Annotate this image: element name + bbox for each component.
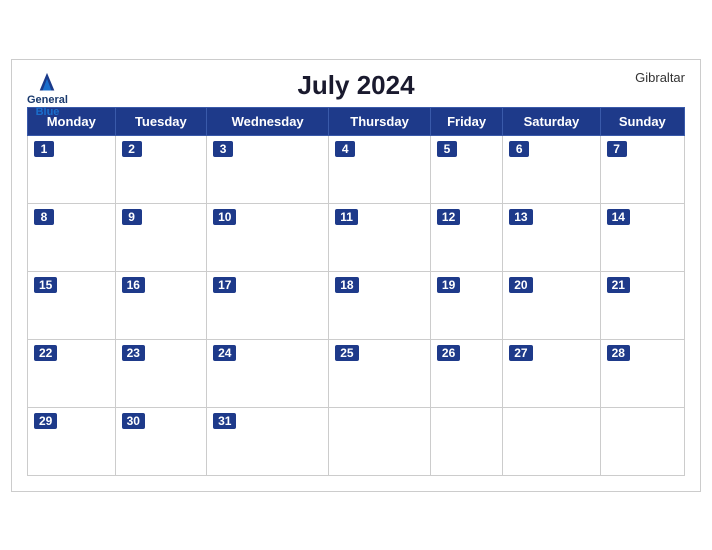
day-number: 17 <box>213 277 236 293</box>
table-row: 13 <box>503 203 600 271</box>
day-number: 3 <box>213 141 233 157</box>
day-number: 8 <box>34 209 54 225</box>
day-number: 1 <box>34 141 54 157</box>
calendar-table: Monday Tuesday Wednesday Thursday Friday… <box>27 107 685 476</box>
header-saturday: Saturday <box>503 107 600 135</box>
day-number: 12 <box>437 209 460 225</box>
day-number: 16 <box>122 277 145 293</box>
table-row: 22 <box>28 339 116 407</box>
day-number: 22 <box>34 345 57 361</box>
table-row: 8 <box>28 203 116 271</box>
table-row: 30 <box>115 407 207 475</box>
header-thursday: Thursday <box>329 107 431 135</box>
table-row: 5 <box>430 135 502 203</box>
table-row: 10 <box>207 203 329 271</box>
table-row: 28 <box>600 339 684 407</box>
calendar-week-row: 1 2 3 4 5 6 7 <box>28 135 685 203</box>
day-number: 31 <box>213 413 236 429</box>
day-number: 6 <box>509 141 529 157</box>
table-row: 14 <box>600 203 684 271</box>
table-row <box>600 407 684 475</box>
table-row: 11 <box>329 203 431 271</box>
table-row: 25 <box>329 339 431 407</box>
day-number: 30 <box>122 413 145 429</box>
calendar-week-row: 8 9 10 11 12 13 14 <box>28 203 685 271</box>
day-number: 2 <box>122 141 142 157</box>
day-number: 23 <box>122 345 145 361</box>
logo-blue: Blue <box>36 106 60 118</box>
header-tuesday: Tuesday <box>115 107 207 135</box>
day-number: 27 <box>509 345 532 361</box>
day-number: 10 <box>213 209 236 225</box>
day-number: 14 <box>607 209 630 225</box>
day-number: 4 <box>335 141 355 157</box>
logo-general: General <box>27 94 68 106</box>
header-wednesday: Wednesday <box>207 107 329 135</box>
calendar-title: July 2024 <box>297 70 414 101</box>
day-number: 9 <box>122 209 142 225</box>
table-row: 17 <box>207 271 329 339</box>
table-row: 15 <box>28 271 116 339</box>
day-number: 20 <box>509 277 532 293</box>
table-row: 19 <box>430 271 502 339</box>
day-number: 28 <box>607 345 630 361</box>
day-number: 24 <box>213 345 236 361</box>
day-number: 5 <box>437 141 457 157</box>
table-row: 6 <box>503 135 600 203</box>
header-friday: Friday <box>430 107 502 135</box>
header-sunday: Sunday <box>600 107 684 135</box>
logo-icon <box>32 70 62 92</box>
day-number: 29 <box>34 413 57 429</box>
table-row <box>430 407 502 475</box>
table-row: 2 <box>115 135 207 203</box>
table-row <box>503 407 600 475</box>
location-label: Gibraltar <box>635 70 685 85</box>
day-number: 25 <box>335 345 358 361</box>
logo: General Blue <box>27 70 68 118</box>
table-row: 3 <box>207 135 329 203</box>
table-row: 21 <box>600 271 684 339</box>
calendar-week-row: 29 30 31 <box>28 407 685 475</box>
table-row: 4 <box>329 135 431 203</box>
table-row <box>329 407 431 475</box>
calendar-header: General Blue July 2024 Gibraltar <box>27 70 685 101</box>
day-number: 15 <box>34 277 57 293</box>
table-row: 23 <box>115 339 207 407</box>
table-row: 12 <box>430 203 502 271</box>
day-number: 11 <box>335 209 358 225</box>
calendar-week-row: 15 16 17 18 19 20 21 <box>28 271 685 339</box>
table-row: 31 <box>207 407 329 475</box>
day-number: 19 <box>437 277 460 293</box>
day-number: 13 <box>509 209 532 225</box>
calendar-week-row: 22 23 24 25 26 27 28 <box>28 339 685 407</box>
table-row: 18 <box>329 271 431 339</box>
day-number: 26 <box>437 345 460 361</box>
table-row: 20 <box>503 271 600 339</box>
table-row: 26 <box>430 339 502 407</box>
table-row: 9 <box>115 203 207 271</box>
day-number: 18 <box>335 277 358 293</box>
day-number: 21 <box>607 277 630 293</box>
calendar-container: General Blue July 2024 Gibraltar Monday … <box>11 59 701 492</box>
table-row: 27 <box>503 339 600 407</box>
day-number: 7 <box>607 141 627 157</box>
table-row: 24 <box>207 339 329 407</box>
table-row: 7 <box>600 135 684 203</box>
table-row: 1 <box>28 135 116 203</box>
weekday-header-row: Monday Tuesday Wednesday Thursday Friday… <box>28 107 685 135</box>
table-row: 16 <box>115 271 207 339</box>
table-row: 29 <box>28 407 116 475</box>
